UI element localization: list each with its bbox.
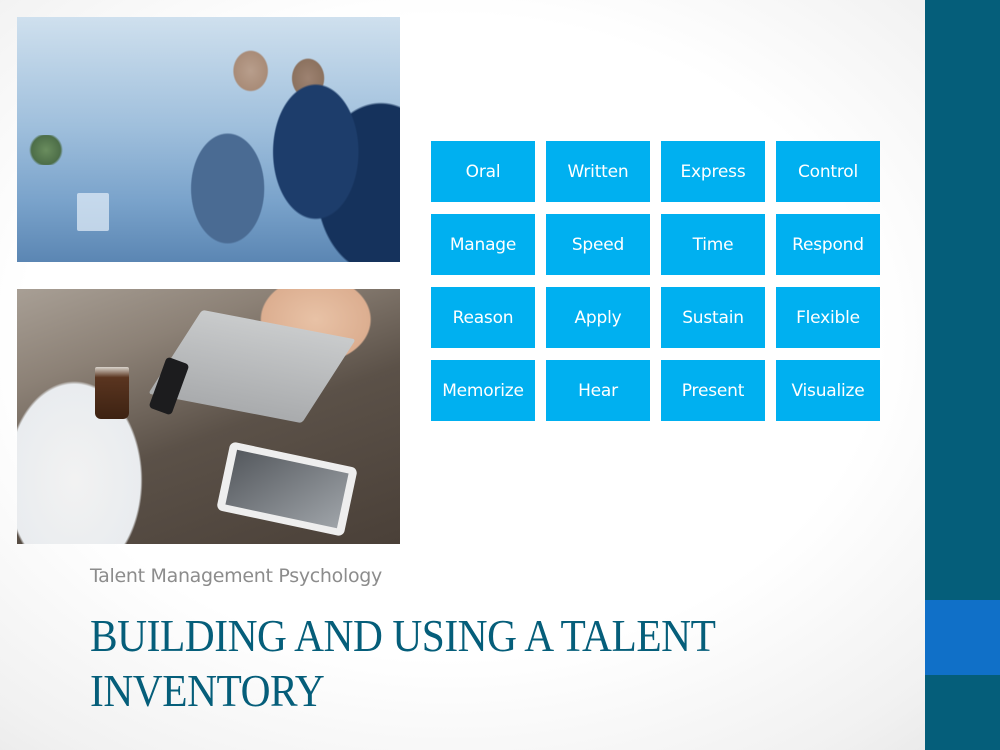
slide-title-line-2: INVENTORY (90, 665, 325, 716)
talent-tile: Manage (431, 214, 535, 275)
talent-tile: Sustain (661, 287, 765, 348)
glass-shape (77, 193, 109, 231)
talent-tile: Oral (431, 141, 535, 202)
slide-title-line-1: BUILDING AND USING A TALENT (90, 610, 716, 661)
slide-title: BUILDING AND USING A TALENT INVENTORY (90, 608, 738, 718)
slide-subtitle: Talent Management Psychology (90, 565, 382, 587)
plant-shape (27, 135, 65, 165)
talent-tile: Written (546, 141, 650, 202)
cafe-devices-photo (17, 289, 400, 544)
talent-tile: Apply (546, 287, 650, 348)
side-bar-accent (925, 600, 1000, 675)
talent-tile: Visualize (776, 360, 880, 421)
talent-tile: Present (661, 360, 765, 421)
talent-tile: Respond (776, 214, 880, 275)
talent-tile: Reason (431, 287, 535, 348)
talent-tile: Time (661, 214, 765, 275)
talent-tile: Speed (546, 214, 650, 275)
talent-tile: Hear (546, 360, 650, 421)
talent-tile: Memorize (431, 360, 535, 421)
coffee-cup-shape (95, 367, 129, 419)
talent-tile: Flexible (776, 287, 880, 348)
tablet-shape (216, 441, 358, 537)
talent-tile: Control (776, 141, 880, 202)
talent-tile: Express (661, 141, 765, 202)
talent-grid: Oral Written Express Control Manage Spee… (431, 141, 880, 421)
business-meeting-photo (17, 17, 400, 262)
